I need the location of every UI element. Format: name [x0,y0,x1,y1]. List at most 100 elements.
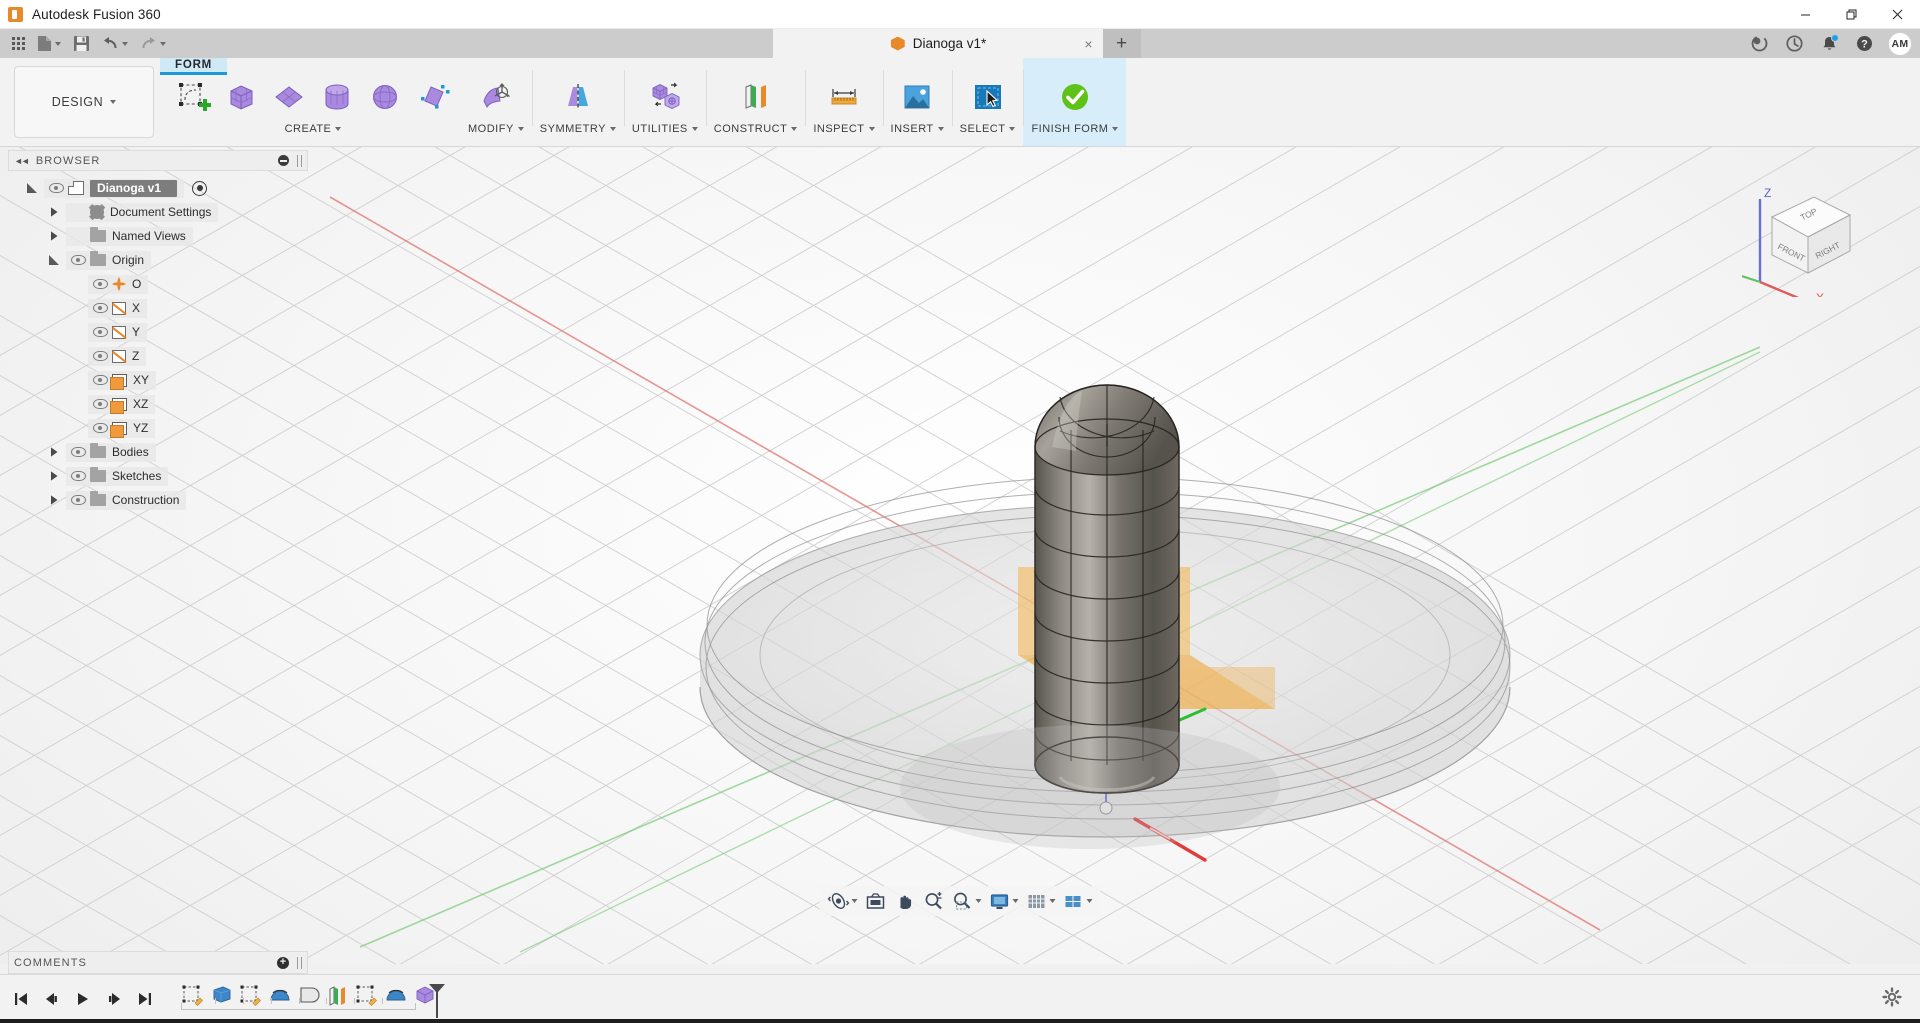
show-data-panel-button[interactable] [7,32,30,56]
group-label-text: SYMMETRY [539,123,606,135]
file-menu-button[interactable] [32,32,66,56]
restore-button[interactable] [1828,0,1874,29]
tab-form[interactable]: FORM [160,58,228,75]
quadball-button[interactable] [410,74,456,120]
repair-body-button[interactable] [642,74,688,120]
step-back-button[interactable] [43,990,61,1008]
tree-item-y[interactable]: Y [8,320,308,344]
tree-item-construction[interactable]: Construction [8,488,308,512]
sphere-button[interactable] [362,74,408,120]
zoom-button[interactable] [920,889,948,913]
job-status-icon[interactable] [1742,29,1776,58]
ribbon-group-modify-label[interactable]: MODIFY [464,122,528,136]
display-settings-button[interactable] [986,889,1022,913]
document-tab-close-icon[interactable]: × [1084,37,1092,51]
ribbon-group-finish-form-label[interactable]: FINISH FORM [1027,122,1122,136]
expand-arrow-icon[interactable] [42,231,66,241]
tree-item-named-views[interactable]: Named Views [8,224,308,248]
expand-arrow-icon[interactable] [42,207,66,217]
tree-item-yz[interactable]: YZ [8,416,308,440]
timeline-settings-button[interactable] [1882,986,1920,1012]
tree-item-origin[interactable]: Origin [8,248,308,272]
visibility-toggle-icon[interactable] [88,423,112,433]
orbit-button[interactable] [825,889,861,913]
expand-arrow-icon[interactable] [42,447,66,457]
step-forward-button[interactable] [105,990,123,1008]
visibility-toggle-icon[interactable] [66,471,90,481]
undo-button[interactable] [97,32,133,56]
offset-plane-button[interactable] [733,74,779,120]
browser-collapse-icon[interactable]: ◄◄ [14,156,30,166]
workspace-switcher-button[interactable]: DESIGN [14,66,154,138]
redo-button[interactable] [135,32,171,56]
new-document-tab-button[interactable]: + [1102,29,1141,58]
comments-resize-grip[interactable] [297,956,302,969]
select-button[interactable] [965,74,1011,120]
mirror-internal-button[interactable] [555,74,601,120]
document-tab[interactable]: Dianoga v1* × [772,29,1103,58]
edit-form-button[interactable] [473,74,519,120]
ribbon-group-symmetry-label[interactable]: SYMMETRY [536,122,620,136]
tree-item-label: XZ [133,397,149,411]
pan-button[interactable] [891,889,919,913]
add-comment-icon[interactable]: + [277,956,289,969]
visibility-toggle-icon[interactable] [44,183,68,193]
visibility-toggle-icon[interactable] [88,327,112,337]
ribbon-group-utilities-label[interactable]: UTILITIES [628,122,702,136]
ribbon-group-create-label[interactable]: CREATE [281,122,346,136]
fit-button[interactable] [949,889,985,913]
viewcube[interactable]: Z X TOP FRONT RIGHT [1701,177,1872,309]
timeline-end-marker[interactable] [428,983,446,1019]
visibility-toggle-icon[interactable] [66,255,90,265]
visibility-toggle-icon[interactable] [66,447,90,457]
tree-item-dianoga-v1[interactable]: Dianoga v1 [8,176,308,200]
create-form-button[interactable] [170,74,216,120]
browser-resize-grip[interactable] [297,154,302,167]
save-button[interactable] [68,32,95,56]
recent-activity-icon[interactable] [1777,29,1811,58]
tree-item-x[interactable]: X [8,296,308,320]
tree-item-sketches[interactable]: Sketches [8,464,308,488]
collapse-arrow-icon[interactable] [20,183,44,193]
grid-snaps-button[interactable] [1023,889,1059,913]
cylinder-button[interactable] [314,74,360,120]
visibility-toggle-icon[interactable] [66,495,90,505]
minimize-button[interactable] [1782,0,1828,29]
expand-arrow-icon[interactable] [42,471,66,481]
ribbon-group-inspect-label[interactable]: INSPECT [809,122,878,136]
play-button[interactable] [74,990,92,1008]
grid-icon [12,37,25,50]
look-at-button[interactable] [862,889,890,913]
go-to-end-button[interactable] [136,990,154,1008]
collapse-arrow-icon[interactable] [42,255,66,265]
ribbon-group-select-label[interactable]: SELECT [956,122,1020,136]
visibility-toggle-icon[interactable] [88,399,112,409]
user-avatar[interactable]: AM [1888,31,1912,56]
box-button[interactable] [218,74,264,120]
help-icon[interactable]: ? [1847,29,1881,58]
activate-component-icon[interactable] [192,180,208,196]
notifications-icon[interactable] [1812,29,1846,58]
visibility-toggle-icon[interactable] [88,279,112,289]
measure-button[interactable] [821,74,867,120]
go-to-beginning-button[interactable] [12,990,30,1008]
plane-button[interactable] [266,74,312,120]
tree-item-document-settings[interactable]: Document Settings [8,200,308,224]
browser-minimize-icon[interactable] [278,155,289,166]
close-button[interactable] [1874,0,1920,29]
visibility-toggle-icon[interactable] [88,351,112,361]
finish-form-button[interactable] [1052,74,1098,120]
ribbon-group-construct-label[interactable]: CONSTRUCT [710,122,802,136]
tree-item-z[interactable]: Z [8,344,308,368]
expand-arrow-icon[interactable] [42,495,66,505]
ribbon-group-insert-label[interactable]: INSERT [887,122,948,136]
tree-item-o[interactable]: O [8,272,308,296]
viewports-button[interactable] [1060,889,1096,913]
visibility-toggle-icon[interactable] [88,375,112,385]
tree-item-bodies[interactable]: Bodies [8,440,308,464]
ribbon-group-modify: MODIFY [460,58,532,146]
visibility-toggle-icon[interactable] [88,303,112,313]
tree-item-xz[interactable]: XZ [8,392,308,416]
tree-item-xy[interactable]: XY [8,368,308,392]
insert-image-button[interactable] [894,74,940,120]
